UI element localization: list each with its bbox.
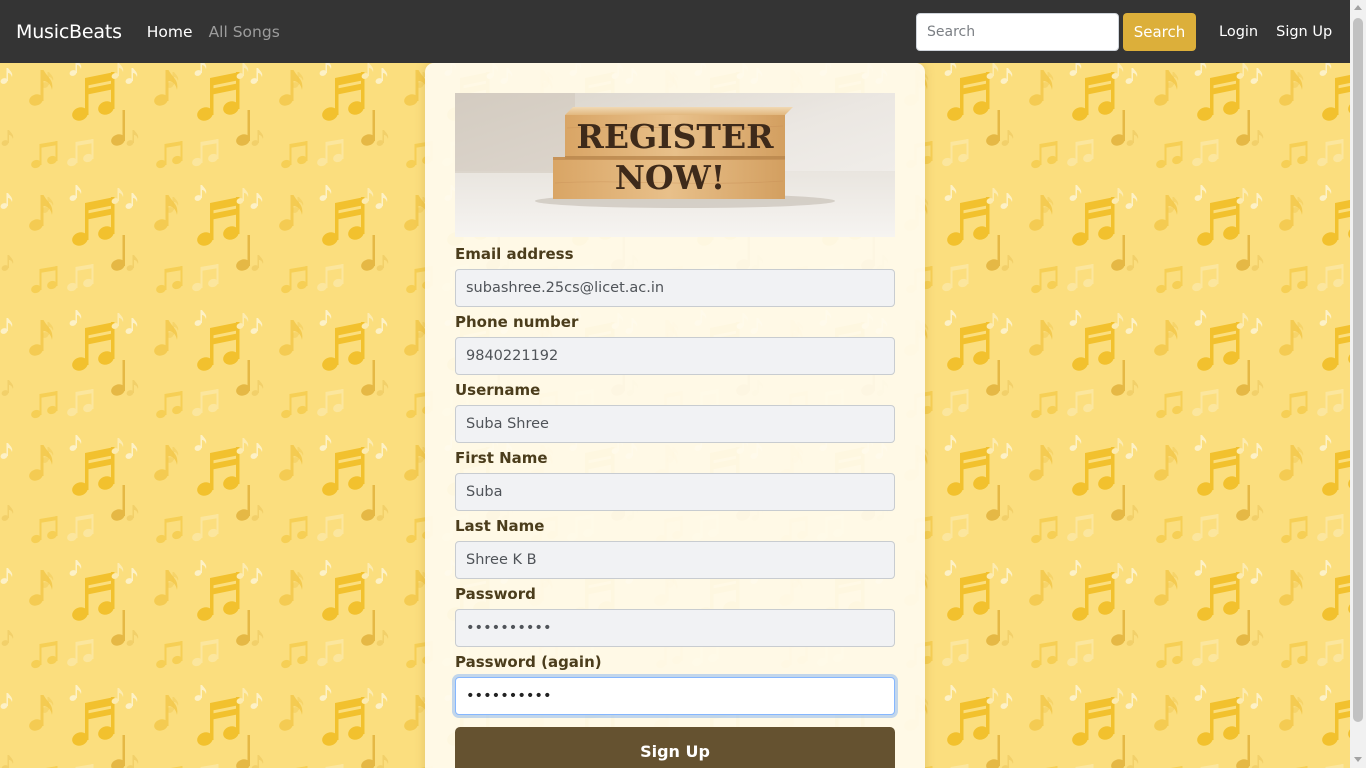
register-banner-graphic: REGISTER NOW! xyxy=(455,93,895,237)
scrollbar-thumb[interactable] xyxy=(1353,18,1363,722)
banner-line-register: REGISTER xyxy=(576,117,774,156)
chevron-up-icon[interactable] xyxy=(1354,5,1362,10)
last-name-label: Last Name xyxy=(455,517,545,535)
password-field[interactable] xyxy=(455,609,895,647)
signup-link[interactable]: Sign Up xyxy=(1276,24,1332,40)
signup-card: REGISTER NOW! Email address Phone number… xyxy=(425,63,925,768)
username-field[interactable] xyxy=(455,405,895,443)
page-scrollbar[interactable] xyxy=(1350,0,1366,768)
password-again-label: Password (again) xyxy=(455,653,602,671)
navbar-right-group: Search Login Sign Up xyxy=(916,13,1332,51)
username-label: Username xyxy=(455,381,541,399)
email-field[interactable] xyxy=(455,269,895,307)
last-name-field[interactable] xyxy=(455,541,895,579)
password-label: Password xyxy=(455,585,536,603)
nav-link-all-songs[interactable]: All Songs xyxy=(209,23,280,41)
login-link[interactable]: Login xyxy=(1219,24,1258,40)
phone-field[interactable] xyxy=(455,337,895,375)
search-input[interactable] xyxy=(916,13,1119,51)
email-label: Email address xyxy=(455,245,574,263)
password-again-field[interactable] xyxy=(455,677,895,715)
brand-logo[interactable]: MusicBeats xyxy=(16,21,122,43)
first-name-field[interactable] xyxy=(455,473,895,511)
nav-link-home[interactable]: Home xyxy=(147,23,193,41)
search-button[interactable]: Search xyxy=(1123,13,1196,51)
first-name-label: First Name xyxy=(455,449,548,467)
top-navbar: MusicBeats Home All Songs Search Login S… xyxy=(0,0,1350,63)
signup-submit-button[interactable]: Sign Up xyxy=(455,727,895,768)
chevron-down-icon[interactable] xyxy=(1354,757,1362,762)
phone-label: Phone number xyxy=(455,313,579,331)
banner-line-now: NOW! xyxy=(615,158,725,197)
register-now-banner-image: REGISTER NOW! xyxy=(455,93,895,237)
